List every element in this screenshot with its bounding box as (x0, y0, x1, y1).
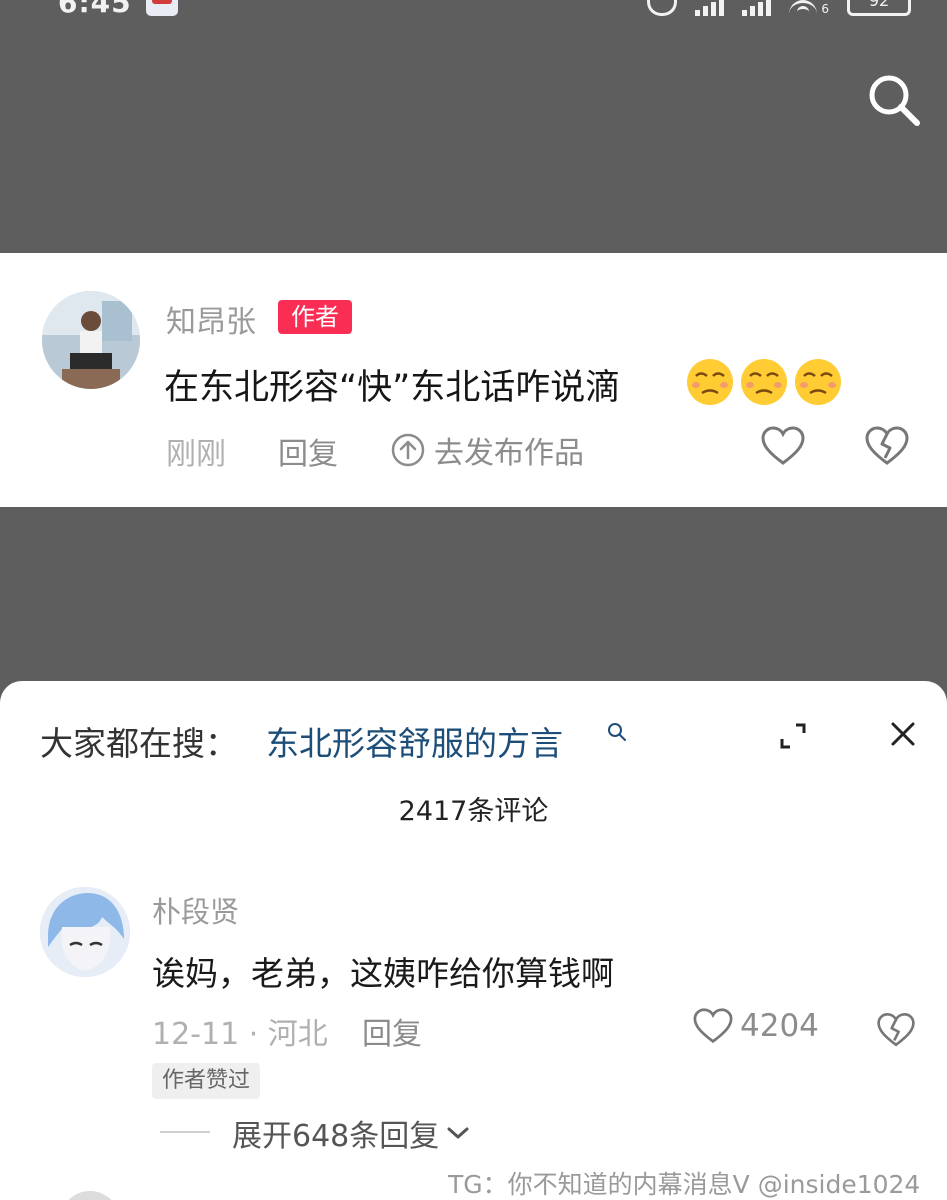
battery-icon: 92 (847, 0, 911, 16)
upload-arrow-icon (391, 433, 425, 467)
emoji-row (684, 355, 844, 407)
chevron-down-icon (447, 1127, 469, 1139)
divider (160, 1131, 210, 1133)
pinned-comment-card: 知昂张 作者 在东北形容“快”东北话咋说滴 刚刚 回复 去发布作品 (0, 253, 947, 507)
like-heart-icon (693, 1008, 733, 1044)
comment-like-button[interactable]: 4204 (692, 1007, 819, 1045)
comment-text: 诶妈，老弟，这姨咋给你算钱啊 (152, 954, 614, 993)
comment-reply-button[interactable]: 回复 (362, 1009, 422, 1053)
like-heart-icon[interactable] (760, 425, 806, 467)
watermark: TG：你不知道的内幕消息V @inside1024 (448, 1170, 921, 1199)
smug-face-icon (741, 359, 787, 405)
status-indicators: 6 92 (647, 0, 911, 16)
comments-sheet: 大家都在搜： 东北形容舒服的方言 2417条评论 朴段贤 诶妈，老弟，这姨咋给你… (0, 681, 947, 1200)
app-notification-icon (146, 0, 178, 16)
author-liked-badge: 作者赞过 (152, 1063, 261, 1099)
pinned-comment-text: 在东北形容“快”东北话咋说滴 (164, 368, 621, 408)
pinned-reply-button[interactable]: 回复 (278, 429, 338, 473)
next-commenter-avatar[interactable] (60, 1191, 120, 1200)
expand-replies-label: 展开648条回复 (232, 1119, 440, 1154)
search-suggestion-term[interactable]: 东北形容舒服的方言 (266, 717, 563, 765)
close-icon[interactable] (888, 719, 918, 749)
alarm-icon (647, 0, 678, 16)
author-avatar[interactable] (42, 291, 140, 389)
signal-icon-2 (742, 0, 772, 16)
wifi-icon (789, 0, 818, 16)
commenter-avatar[interactable] (40, 887, 130, 977)
wifi-standard: 6 (821, 2, 829, 16)
pinned-comment-time: 刚刚 (166, 437, 226, 472)
status-time: 6:45 (58, 0, 132, 19)
comment-like-count: 4204 (740, 1008, 819, 1044)
author-badge: 作者 (278, 300, 352, 334)
comment-date-location: 12-11 · 河北 (152, 1017, 328, 1052)
publish-work-label: 去发布作品 (434, 436, 584, 471)
search-icon-small[interactable] (606, 721, 628, 743)
expand-replies-button[interactable]: 展开648条回复 (232, 1111, 471, 1155)
broken-heart-icon[interactable] (876, 1011, 916, 1049)
search-suggestion-label: 大家都在搜： (40, 724, 238, 763)
expand-icon[interactable] (778, 721, 808, 751)
signal-icon (695, 0, 725, 16)
smug-face-icon (795, 359, 841, 405)
author-username[interactable]: 知昂张 (166, 297, 256, 341)
status-bar: 6:45 6 92 (0, 0, 947, 20)
broken-heart-icon[interactable] (864, 425, 910, 467)
commenter-username[interactable]: 朴段贤 (152, 889, 239, 931)
comment-count: 2417条评论 (398, 796, 549, 827)
publish-work-button[interactable]: 去发布作品 (390, 428, 584, 472)
smug-face-icon (687, 359, 733, 405)
search-icon[interactable] (864, 70, 924, 130)
